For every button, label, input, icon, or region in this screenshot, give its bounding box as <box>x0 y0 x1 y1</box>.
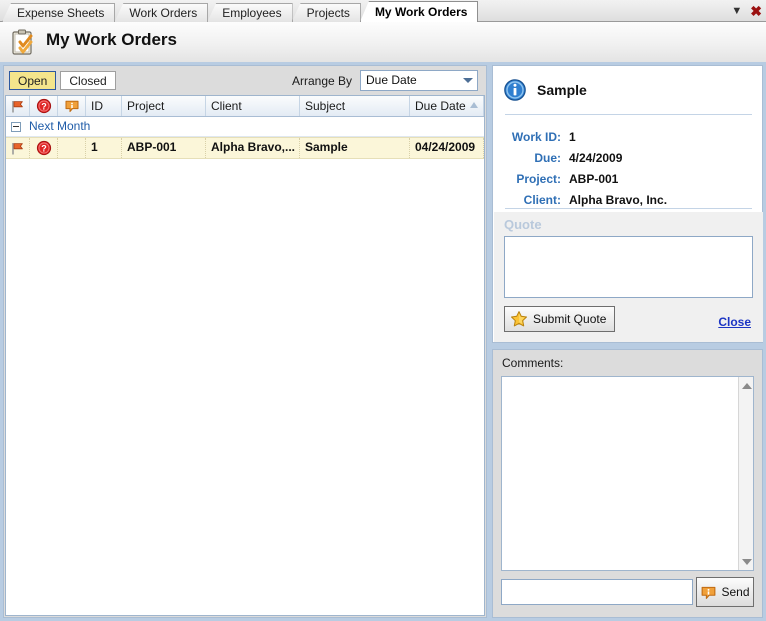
column-header-due-date[interactable]: Due Date <box>410 96 484 116</box>
field-row-project: Project: ABP-001 <box>493 168 764 189</box>
table-row[interactable]: ? 1 ABP-001 Alpha Bravo,... Sample 04/24… <box>6 137 484 159</box>
flag-icon <box>10 99 25 114</box>
column-header-comments[interactable] <box>58 96 86 116</box>
column-header-flag[interactable] <box>6 96 30 116</box>
tab-projects[interactable]: Projects <box>291 3 361 22</box>
filter-open-button[interactable]: Open <box>9 71 57 90</box>
quote-label: Quote <box>504 217 542 232</box>
tab-my-work-orders[interactable]: My Work Orders <box>359 1 479 22</box>
comment-info-icon <box>700 584 717 601</box>
row-due-date-cell: 04/24/2009 <box>410 138 484 158</box>
svg-text:?: ? <box>41 144 47 154</box>
submit-quote-label: Submit Quote <box>533 312 607 326</box>
detail-divider-top <box>505 114 752 115</box>
row-priority-cell[interactable]: ? <box>30 138 58 158</box>
detail-divider-bottom <box>505 208 752 209</box>
sort-ascending-icon <box>470 102 478 108</box>
send-comment-button[interactable]: Send <box>696 577 754 607</box>
comment-compose-row: Send <box>501 577 754 607</box>
submit-quote-button[interactable]: Submit Quote <box>504 306 616 332</box>
filter-closed-button[interactable]: Closed <box>60 71 116 90</box>
application-window: Expense Sheets Work Orders Employees Pro… <box>0 0 766 621</box>
column-header-priority[interactable]: ? <box>30 96 58 116</box>
comments-list[interactable] <box>501 376 754 571</box>
tab-expense-sheets[interactable]: Expense Sheets <box>2 3 116 22</box>
field-row-work-id: Work ID: 1 <box>493 126 764 147</box>
page-title: My Work Orders <box>46 30 178 49</box>
window-controls: ▼ ✖ <box>731 2 762 20</box>
collapse-icon[interactable] <box>11 121 21 132</box>
arrange-by-label: Arrange By <box>291 73 352 88</box>
close-icon[interactable]: ✖ <box>750 4 762 18</box>
tab-work-orders[interactable]: Work Orders <box>114 3 209 22</box>
quote-input[interactable] <box>504 236 753 298</box>
field-row-client: Client: Alpha Bravo, Inc. <box>493 189 764 210</box>
flag-icon <box>10 141 25 156</box>
detail-fields: Work ID: 1 Due: 4/24/2009 Project: ABP-0… <box>493 126 764 210</box>
row-id-cell: 1 <box>86 138 122 158</box>
row-project-cell: ABP-001 <box>122 138 206 158</box>
triangle-down-icon[interactable] <box>741 556 752 567</box>
comments-label: Comments: <box>502 356 564 370</box>
chevron-down-icon <box>463 78 473 83</box>
column-header-id[interactable]: ID <box>86 96 122 116</box>
field-value: ABP-001 <box>569 171 619 186</box>
arrange-by-value: Due Date <box>366 73 417 87</box>
question-icon: ? <box>36 98 52 114</box>
info-icon <box>503 78 527 102</box>
arrange-by-control: Arrange By Due Date <box>292 70 478 91</box>
tab-employees[interactable]: Employees <box>207 3 293 22</box>
triangle-up-icon[interactable] <box>741 380 752 391</box>
field-label: Work ID: <box>511 129 561 144</box>
field-value: 1 <box>569 129 576 144</box>
status-filter-group: Open Closed <box>9 71 116 90</box>
row-comment-cell[interactable] <box>58 138 86 158</box>
column-header-client[interactable]: Client <box>206 96 300 116</box>
row-subject-cell: Sample <box>300 138 410 158</box>
star-icon <box>510 310 528 328</box>
work-orders-grid: ? ID Project Client Subject Due Date Nex… <box>5 95 485 616</box>
detail-column: Sample Work ID: 1 Due: 4/24/2009 Project… <box>492 65 763 618</box>
column-header-project[interactable]: Project <box>122 96 206 116</box>
row-client-cell: Alpha Bravo,... <box>206 138 300 158</box>
field-row-due: Due: 4/24/2009 <box>493 147 764 168</box>
detail-title: Sample <box>503 78 587 102</box>
clipboard-check-icon <box>10 28 38 56</box>
arrange-by-select[interactable]: Due Date <box>360 70 478 91</box>
close-link[interactable]: Close <box>718 315 751 329</box>
field-value: 4/24/2009 <box>569 150 623 165</box>
grid-toolbar: Open Closed Arrange By Due Date <box>4 66 486 95</box>
row-flag-cell[interactable] <box>6 138 30 158</box>
detail-title-text: Sample <box>537 82 587 98</box>
comment-input[interactable] <box>501 579 693 605</box>
tab-strip: Expense Sheets Work Orders Employees Pro… <box>0 0 766 22</box>
chevron-down-icon[interactable]: ▼ <box>731 5 742 17</box>
send-label: Send <box>721 585 750 599</box>
group-row-next-month[interactable]: Next Month <box>6 117 484 137</box>
tab-list: Expense Sheets Work Orders Employees Pro… <box>2 1 479 22</box>
column-header-due-date-label: Due Date <box>415 99 466 113</box>
question-icon: ? <box>36 140 52 156</box>
group-label: Next Month <box>29 119 91 133</box>
page-header: My Work Orders <box>0 22 766 62</box>
work-order-detail-card: Sample Work ID: 1 Due: 4/24/2009 Project… <box>492 65 763 343</box>
content-area: Open Closed Arrange By Due Date ? ID Pro… <box>0 62 766 621</box>
field-label: Client: <box>523 192 561 207</box>
comment-info-icon <box>64 98 80 114</box>
work-orders-panel: Open Closed Arrange By Due Date ? ID Pro… <box>3 65 487 618</box>
grid-body: Next Month ? 1 ABP-001 Alpha Bravo,... S… <box>6 117 484 615</box>
comments-panel: Comments: Send <box>492 349 763 618</box>
column-header-subject[interactable]: Subject <box>300 96 410 116</box>
comments-scrollbar[interactable] <box>738 377 753 570</box>
svg-text:?: ? <box>41 102 47 112</box>
grid-header-row: ? ID Project Client Subject Due Date <box>6 96 484 117</box>
quote-section: Quote Submit Quote Close <box>494 212 763 342</box>
field-label: Due: <box>534 150 561 165</box>
field-label: Project: <box>516 171 561 186</box>
field-value: Alpha Bravo, Inc. <box>569 192 668 207</box>
